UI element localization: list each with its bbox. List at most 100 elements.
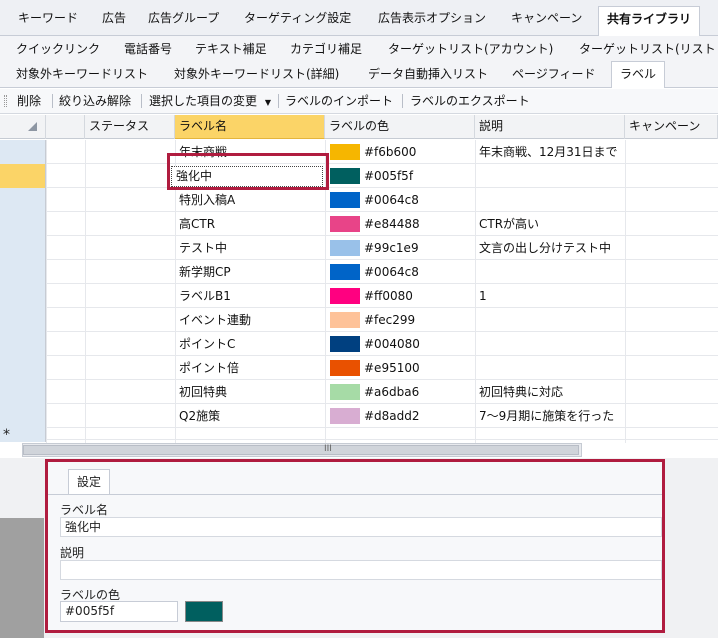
description-cell[interactable] [475,260,625,284]
description-cell[interactable]: 文言の出し分けテスト中 [475,236,625,260]
delete-button[interactable]: 削除 [17,89,41,113]
clear-filter-button[interactable]: 絞り込み解除 [59,89,131,113]
label-color-cell[interactable]: #0064c8 [360,188,472,212]
label-color-cell[interactable]: #e95100 [360,356,472,380]
column-header-label-name[interactable]: ラベル名 [175,115,325,139]
label-color-cell[interactable]: #99c1e9 [360,236,472,260]
table-row[interactable]: 高CTR #e84488 CTRが高い [0,212,718,236]
description-cell[interactable] [475,332,625,356]
labels-grid: ステータス ラベル名 ラベルの色 説明 キャンペーン 年末商戦 #f6b600 年末… [0,115,718,443]
label-color-cell[interactable]: #f6b600 [360,140,472,164]
label-color-cell[interactable]: #a6dba6 [360,380,472,404]
tab-ad-groups[interactable]: 広告グループ [140,8,227,29]
description-cell[interactable]: 1 [475,284,625,308]
label-name-cell[interactable]: イベント連動 [175,308,325,332]
table-row[interactable]: 強化中 #005f5f [0,164,718,188]
description-cell[interactable]: 年末商戦、12月31日まで [475,140,625,164]
tab-targeting[interactable]: ターゲティング設定 [236,8,359,29]
import-labels-button[interactable]: ラベルのインポート [285,89,393,113]
row-header[interactable] [0,188,46,212]
label-color-cell[interactable]: #004080 [360,332,472,356]
description-cell[interactable] [475,188,625,212]
tab-negative-keyword-list-detail[interactable]: 対象外キーワードリスト(詳細) [174,62,339,86]
row-header[interactable] [0,164,46,188]
row-header[interactable] [0,332,46,356]
tab-target-list-account[interactable]: ターゲットリスト(アカウント) [388,37,553,61]
tab-keyword[interactable]: キーワード [10,8,86,29]
label-color-swatch [330,312,360,328]
label-color-cell[interactable]: #005f5f [360,164,472,188]
tab-settings[interactable]: 設定 [68,469,110,495]
table-row[interactable]: ポイント倍 #e95100 [0,356,718,380]
row-header[interactable] [0,212,46,236]
row-header[interactable] [0,260,46,284]
label-color-cell[interactable]: #ff0080 [360,284,472,308]
description-cell[interactable]: CTRが高い [475,212,625,236]
description-field[interactable] [60,560,662,580]
table-row[interactable]: 特別入稿A #0064c8 [0,188,718,212]
tab-labels[interactable]: ラベル [611,61,666,88]
label-color-cell[interactable]: #e84488 [360,212,472,236]
tab-target-list-list[interactable]: ターゲットリスト(リスト [579,37,716,61]
horizontal-scrollbar[interactable]: III [22,443,582,457]
toolbar-separator [402,94,403,108]
select-all-corner[interactable] [0,115,46,139]
row-header[interactable] [0,308,46,332]
tab-ads[interactable]: 広告 [94,8,134,29]
table-row[interactable]: ラベルB1 #ff0080 1 [0,284,718,308]
row-header[interactable] [0,236,46,260]
table-row[interactable]: 初回特典 #a6dba6 初回特典に対応 [0,380,718,404]
label-color-hex-field[interactable]: #005f5f [60,601,178,622]
row-header[interactable] [0,140,46,164]
tab-data-insert-list[interactable]: データ自動挿入リスト [368,62,488,86]
new-row[interactable]: * [0,428,718,442]
label-name-cell[interactable]: 特別入稿A [175,188,325,212]
label-color-swatch [330,240,360,256]
tab-campaigns[interactable]: キャンペーン [503,8,590,29]
table-row[interactable]: イベント連動 #fec299 [0,308,718,332]
row-header[interactable] [0,284,46,308]
label-name-cell[interactable]: ポイント倍 [175,356,325,380]
column-header-status[interactable]: ステータス [85,115,175,139]
column-header-label-color[interactable]: ラベルの色 [325,115,475,139]
table-row[interactable]: テスト中 #99c1e9 文言の出し分けテスト中 [0,236,718,260]
label-name-cell[interactable]: ポイントC [175,332,325,356]
column-header-description[interactable]: 説明 [475,115,625,139]
tab-negative-keyword-list[interactable]: 対象外キーワードリスト [16,62,148,86]
tab-page-feed[interactable]: ページフィード [512,62,596,86]
color-swatch-button[interactable] [185,601,223,622]
table-row[interactable]: 新学期CP #0064c8 [0,260,718,284]
tab-text-supplement[interactable]: テキスト補足 [195,37,267,61]
description-cell[interactable]: 7～9月期に施策を行った [475,404,625,428]
tab-ad-extensions[interactable]: 広告表示オプション [370,8,494,29]
tab-shared-library[interactable]: 共有ライブラリ [598,6,701,37]
label-name-cell[interactable]: テスト中 [175,236,325,260]
label-color-cell[interactable]: #fec299 [360,308,472,332]
label-color-cell[interactable]: #d8add2 [360,404,472,428]
label-color-cell[interactable]: #0064c8 [360,260,472,284]
label-name-cell[interactable]: 初回特典 [175,380,325,404]
row-header[interactable] [0,356,46,380]
tab-quicklinks[interactable]: クイックリンク [16,37,100,61]
row-header[interactable] [0,380,46,404]
label-name-cell[interactable]: ラベルB1 [175,284,325,308]
description-cell[interactable] [475,356,625,380]
label-name-cell[interactable]: 新学期CP [175,260,325,284]
description-cell[interactable] [475,308,625,332]
table-row[interactable]: Q2施策 #d8add2 7～9月期に施策を行った [0,404,718,428]
description-cell[interactable] [475,164,625,188]
label-name-field[interactable]: 強化中 [60,517,662,537]
table-row[interactable]: 年末商戦 #f6b600 年末商戦、12月31日まで [0,140,718,164]
tab-phone-numbers[interactable]: 電話番号 [124,37,172,61]
tab-category-supplement[interactable]: カテゴリ補足 [290,37,362,61]
label-name-cell[interactable]: 高CTR [175,212,325,236]
column-header-campaign[interactable]: キャンペーン [625,115,718,139]
export-labels-button[interactable]: ラベルのエクスポート [410,89,530,113]
table-row[interactable]: ポイントC #004080 [0,332,718,356]
label-name-cell[interactable]: Q2施策 [175,404,325,428]
highlight-box-edited-cell [167,153,329,190]
scrollbar-thumb[interactable]: III [23,444,579,455]
description-cell[interactable]: 初回特典に対応 [475,380,625,404]
row-header[interactable] [0,404,46,428]
change-selected-button[interactable]: 選択した項目の変更 ▼ [149,89,271,113]
